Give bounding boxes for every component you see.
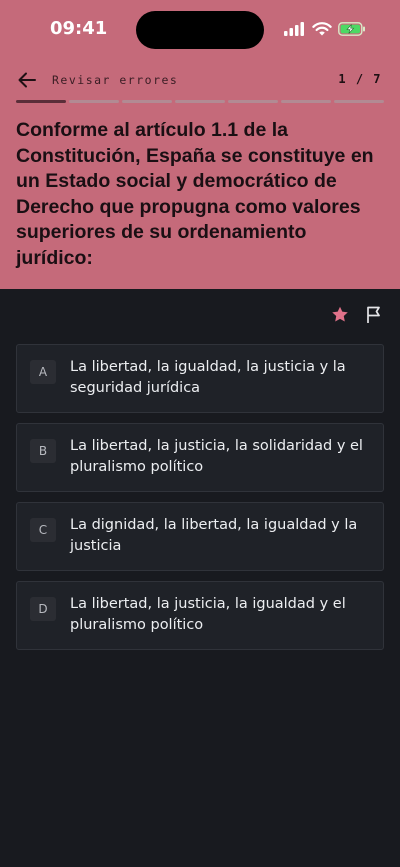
option-text: La libertad, la igualdad, la justicia y … (70, 359, 346, 396)
question-text: Conforme al artículo 1.1 de la Constituc… (16, 119, 374, 269)
cellular-signal-icon (284, 22, 304, 36)
progress-segment (69, 100, 119, 103)
question-counter: 1 / 7 (338, 72, 382, 86)
answer-option-b[interactable]: B La libertad, la justicia, la solidarid… (16, 423, 384, 492)
question-tools (330, 304, 384, 324)
nav-row: Revisar errores 1 / 7 (0, 66, 400, 94)
battery-charging-icon (338, 22, 365, 36)
option-letter: C (30, 518, 56, 542)
option-text: La dignidad, la libertad, la igualdad y … (70, 517, 358, 554)
option-text: La libertad, la justicia, la igualdad y … (70, 596, 346, 633)
progress-segment (122, 100, 172, 103)
option-letter: A (30, 360, 56, 384)
page-title: Revisar errores (52, 73, 179, 87)
option-letter: B (30, 439, 56, 463)
answer-option-c[interactable]: C La dignidad, la libertad, la igualdad … (16, 502, 384, 571)
answer-option-a[interactable]: A La libertad, la igualdad, la justicia … (16, 344, 384, 413)
progress-bar (16, 100, 384, 104)
progress-segment (334, 100, 384, 103)
dynamic-island (136, 11, 264, 49)
progress-segment (175, 100, 225, 103)
progress-segment (16, 100, 66, 103)
arrow-left-icon[interactable] (14, 68, 40, 92)
status-bar: 09:41 (0, 0, 400, 60)
option-letter: D (30, 597, 56, 621)
flag-icon[interactable] (364, 304, 384, 324)
progress-segment (281, 100, 331, 103)
answer-options: A La libertad, la igualdad, la justicia … (16, 344, 384, 660)
answer-option-d[interactable]: D La libertad, la justicia, la igualdad … (16, 581, 384, 650)
option-text: La libertad, la justicia, la solidaridad… (70, 438, 363, 475)
question-header: 09:41 Revisar errores 1 / 7 Conforme al … (0, 0, 400, 289)
progress-segment (228, 100, 278, 103)
status-time: 09:41 (50, 18, 108, 39)
star-icon[interactable] (330, 304, 350, 324)
wifi-icon (312, 22, 332, 36)
